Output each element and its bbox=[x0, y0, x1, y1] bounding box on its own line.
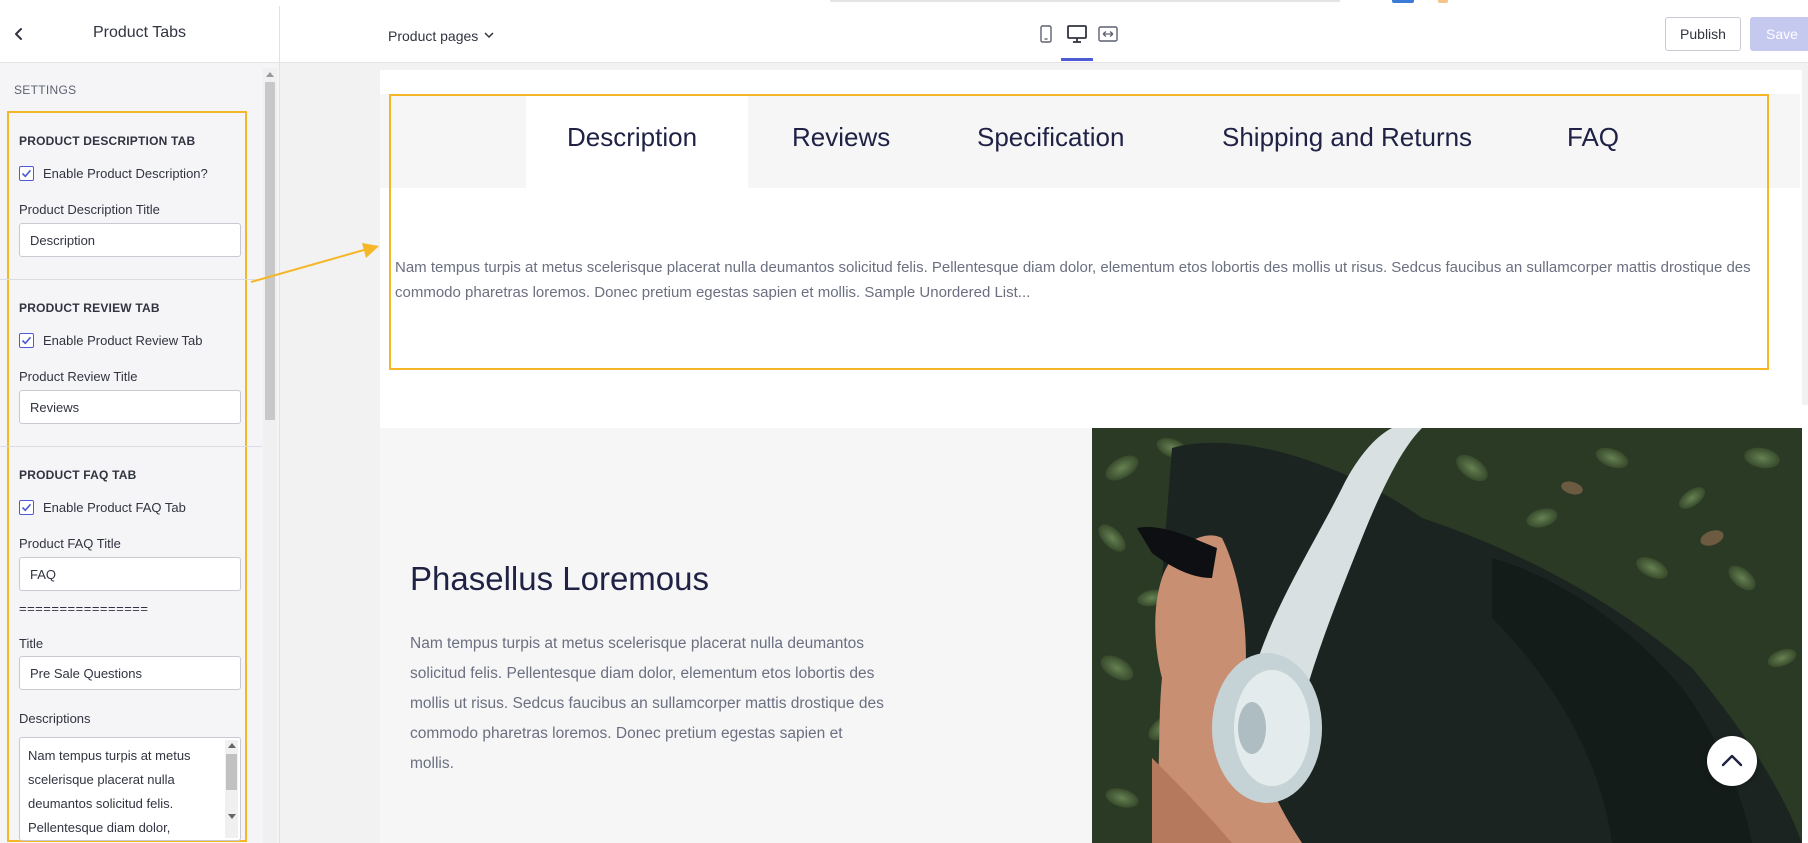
page-type-label: Product pages bbox=[388, 28, 479, 44]
page-preview: Description Reviews Specification Shippi… bbox=[380, 70, 1808, 843]
section-divider bbox=[0, 446, 262, 447]
enable-description-checkbox[interactable] bbox=[19, 166, 34, 181]
address-bar-edge bbox=[830, 0, 1340, 2]
review-title-input[interactable] bbox=[19, 390, 241, 424]
page-type-dropdown[interactable]: Product pages bbox=[388, 26, 494, 44]
sidebar-scrollbar[interactable] bbox=[263, 68, 277, 843]
settings-label: SETTINGS bbox=[14, 83, 77, 97]
faq-divider-text: ================ bbox=[19, 601, 149, 616]
editor-topbar: Product pages Publish Save bbox=[280, 6, 1808, 63]
full-width-view-icon[interactable] bbox=[1097, 24, 1119, 44]
faq-title-label: Product FAQ Title bbox=[19, 536, 121, 551]
preview-scrollbar[interactable] bbox=[1802, 70, 1808, 405]
checkmark-icon bbox=[21, 169, 32, 178]
active-view-indicator bbox=[1061, 58, 1093, 61]
chevron-up-icon bbox=[1721, 754, 1743, 767]
question-title-input[interactable] bbox=[19, 656, 241, 690]
chevron-down-icon bbox=[484, 26, 494, 42]
annotation-arrow-icon bbox=[250, 243, 379, 283]
enable-faq-label: Enable Product FAQ Tab bbox=[43, 500, 186, 515]
review-title-label: Product Review Title bbox=[19, 369, 138, 384]
scroll-thumb[interactable] bbox=[226, 754, 237, 790]
scroll-down-arrow-icon[interactable] bbox=[228, 814, 236, 819]
sidebar-title: Product Tabs bbox=[92, 24, 187, 41]
enable-review-label: Enable Product Review Tab bbox=[43, 333, 203, 348]
save-button[interactable]: Save bbox=[1750, 17, 1808, 51]
feature-paragraph: Nam tempus turpis at metus scelerisque p… bbox=[410, 635, 884, 772]
description-section-heading: PRODUCT DESCRIPTION TAB bbox=[19, 134, 196, 148]
checkmark-icon bbox=[21, 503, 32, 512]
checkmark-icon bbox=[21, 336, 32, 345]
headphones-woman-photo bbox=[1092, 428, 1802, 843]
desktop-view-icon[interactable] bbox=[1066, 24, 1088, 44]
publish-button[interactable]: Publish bbox=[1665, 17, 1741, 51]
description-title-label: Product Description Title bbox=[19, 202, 160, 217]
scroll-up-arrow-icon[interactable] bbox=[228, 743, 236, 748]
review-section-heading: PRODUCT REVIEW TAB bbox=[19, 301, 160, 315]
description-title-input[interactable] bbox=[19, 223, 241, 257]
enable-review-checkbox[interactable] bbox=[19, 333, 34, 348]
scroll-up-arrow-icon[interactable] bbox=[266, 72, 274, 77]
enable-description-label: Enable Product Description? bbox=[43, 166, 208, 181]
question-title-label: Title bbox=[19, 636, 44, 651]
descriptions-label: Descriptions bbox=[19, 711, 91, 726]
feature-title: Phasellus Loremous bbox=[410, 560, 709, 597]
faq-section-heading: PRODUCT FAQ TAB bbox=[19, 468, 137, 482]
mobile-view-icon[interactable] bbox=[1035, 24, 1057, 44]
sidebar-header: Product Tabs bbox=[0, 6, 279, 63]
browser-extension-icon[interactable] bbox=[1392, 0, 1414, 3]
textarea-scrollbar[interactable] bbox=[225, 740, 238, 838]
faq-title-input[interactable] bbox=[19, 557, 241, 591]
descriptions-textarea-text: Nam tempus turpis at metus scelerisque p… bbox=[28, 748, 191, 835]
scroll-to-top-button[interactable] bbox=[1707, 736, 1757, 786]
browser-extension-icon[interactable] bbox=[1438, 0, 1448, 3]
section-divider bbox=[0, 279, 262, 280]
enable-faq-checkbox[interactable] bbox=[19, 500, 34, 515]
settings-sidebar: Product Tabs SETTINGS PRODUCT DESCRIPTIO… bbox=[0, 6, 280, 843]
descriptions-textarea[interactable]: Nam tempus turpis at metus scelerisque p… bbox=[19, 737, 241, 841]
highlight-box bbox=[389, 94, 1769, 370]
